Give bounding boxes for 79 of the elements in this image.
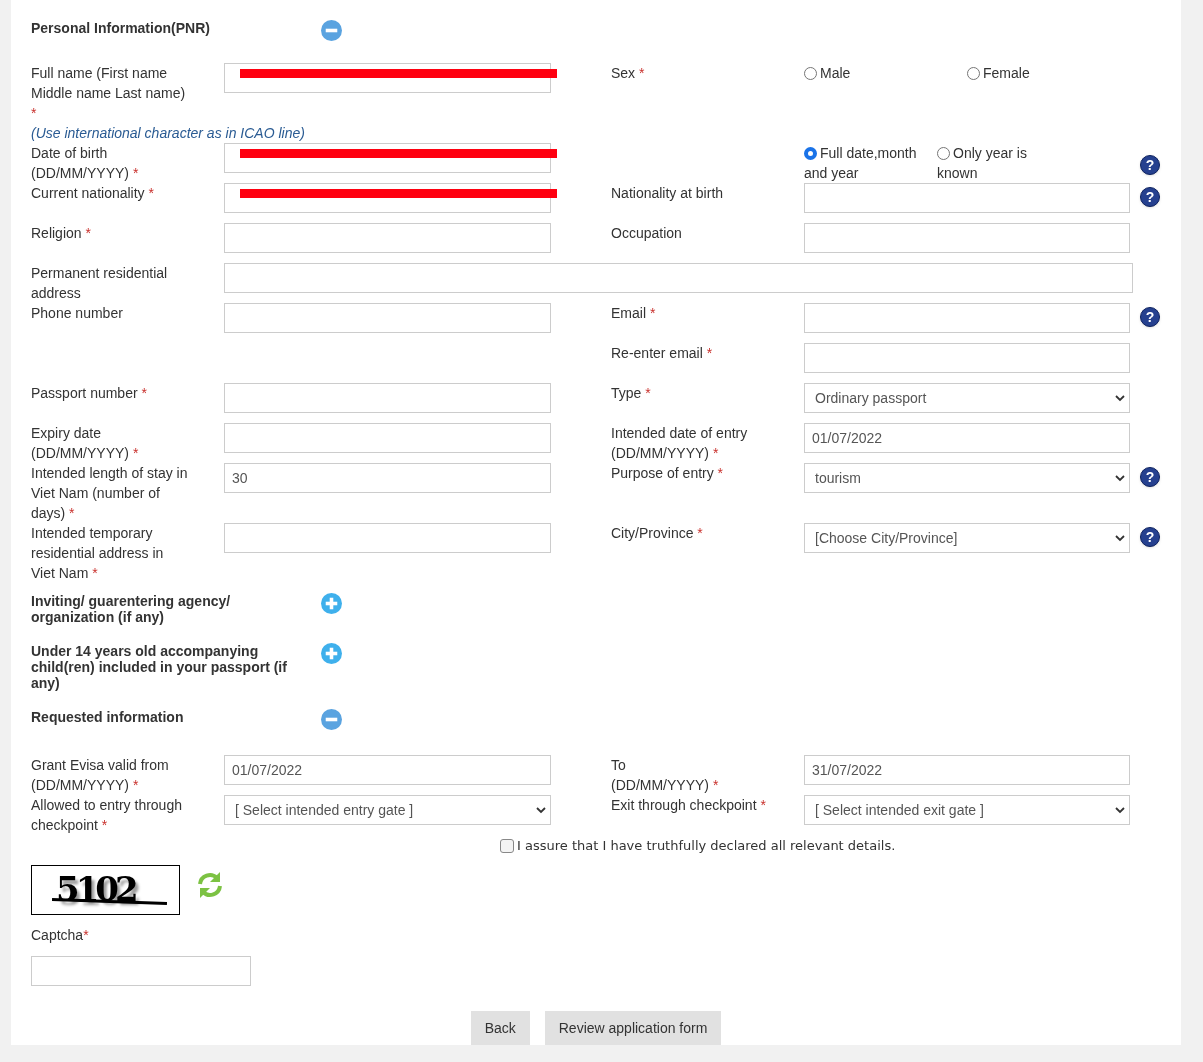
radio-option[interactable]: Male: [804, 63, 967, 83]
field-label: Permanent residential address: [31, 264, 169, 303]
chevron-icon: [1115, 474, 1125, 482]
field-label: Exit through checkpoint *: [611, 796, 767, 815]
field-label: Intended length of stay in Viet Nam (number of days) *: [31, 464, 189, 523]
form-button[interactable]: Review application form: [544, 1010, 722, 1045]
chevron-icon: [1115, 394, 1125, 402]
chevron-icon: [1115, 806, 1125, 814]
field-label: Phone number: [31, 304, 124, 323]
text-field[interactable]: 01/07/2022: [804, 423, 1130, 453]
field-label: City/Province *: [611, 524, 704, 543]
field-label: Nationality at birth: [611, 184, 725, 203]
field-label: Email *: [611, 304, 657, 323]
dropdown[interactable]: [ Select intended entry gate ]: [224, 795, 551, 825]
field-label: Purpose of entry *: [611, 464, 725, 483]
radio-option[interactable]: Female: [967, 63, 1130, 83]
field-label: Intended date of entry (DD/MM/YYYY) *: [611, 424, 749, 463]
form-button[interactable]: Back: [470, 1010, 530, 1045]
dropdown[interactable]: Ordinary passport: [804, 383, 1130, 413]
radio-button[interactable]: [804, 147, 817, 160]
help-icon[interactable]: ?: [1140, 307, 1160, 327]
captcha-image: 5102: [31, 864, 180, 915]
collapse-icon[interactable]: [321, 709, 342, 730]
help-icon[interactable]: ?: [1140, 155, 1160, 175]
text-field[interactable]: [804, 343, 1130, 373]
chevron-icon: [1115, 534, 1125, 542]
text-field[interactable]: [224, 183, 551, 213]
field-label: To (DD/MM/YYYY) *: [611, 756, 720, 795]
radio-option[interactable]: Only year is known: [937, 143, 1070, 183]
field-label: Religion *: [31, 224, 92, 243]
section-title: Requested information: [31, 709, 185, 725]
text-field[interactable]: [224, 223, 551, 253]
captcha-field[interactable]: [31, 955, 251, 986]
help-icon[interactable]: ?: [1140, 467, 1160, 487]
checkbox[interactable]: [500, 839, 514, 854]
expand-icon[interactable]: [321, 643, 342, 664]
text-field[interactable]: [224, 263, 1133, 293]
collapse-icon[interactable]: [321, 20, 342, 41]
field-label: Occupation: [611, 224, 683, 243]
field-label: Current nationality *: [31, 184, 155, 203]
text-field[interactable]: [224, 63, 551, 93]
text-field[interactable]: [804, 183, 1130, 213]
help-icon[interactable]: ?: [1140, 187, 1160, 207]
checkbox-label: I assure that I have truthfully declared all relevant details.: [517, 837, 896, 855]
dropdown[interactable]: [Choose City/Province]: [804, 523, 1130, 553]
hint-text: (Use international character as in ICAO line): [31, 124, 305, 143]
chevron-icon: [536, 806, 546, 814]
text-field[interactable]: [804, 223, 1130, 253]
section-title: Personal Information(PNR): [31, 20, 211, 36]
field-label: Allowed to entry through checkpoint *: [31, 796, 183, 835]
field-label: Passport number *: [31, 384, 148, 403]
help-icon[interactable]: ?: [1140, 527, 1160, 547]
field-label: Grant Evisa valid from (DD/MM/YYYY) *: [31, 756, 170, 795]
radio-button[interactable]: [967, 67, 980, 80]
field-label: Re-enter email *: [611, 344, 714, 363]
text-field[interactable]: [224, 143, 551, 173]
field-label: Intended temporary residential address in Viet Nam *: [31, 524, 165, 583]
text-field[interactable]: [224, 523, 551, 553]
dropdown[interactable]: tourism: [804, 463, 1130, 493]
field-label: Expiry date (DD/MM/YYYY) *: [31, 424, 140, 463]
field-label: Type *: [611, 384, 652, 403]
text-field[interactable]: 01/07/2022: [224, 755, 551, 785]
text-field[interactable]: 30: [224, 463, 551, 493]
field-label: Captcha*: [31, 925, 90, 945]
field-label: Date of birth (DD/MM/YYYY) *: [31, 144, 140, 183]
radio-option[interactable]: Full date,month and year: [804, 143, 937, 183]
section-title: Inviting/ guarentering agency/ organization (if any): [31, 593, 232, 625]
expand-icon[interactable]: [321, 593, 342, 614]
text-field[interactable]: [224, 383, 551, 413]
text-field[interactable]: [224, 303, 551, 333]
text-field[interactable]: [804, 303, 1130, 333]
section-title: Under 14 years old accompanying child(ren) included in your passport (if any): [31, 643, 287, 691]
radio-button[interactable]: [937, 147, 950, 160]
text-field[interactable]: [224, 423, 551, 453]
radio-button[interactable]: [804, 67, 817, 80]
dropdown[interactable]: [ Select intended exit gate ]: [804, 795, 1130, 825]
text-field[interactable]: 31/07/2022: [804, 755, 1130, 785]
field-label: Full name (First name Middle name Last name) *: [31, 64, 187, 123]
field-label: Sex *: [611, 64, 646, 83]
